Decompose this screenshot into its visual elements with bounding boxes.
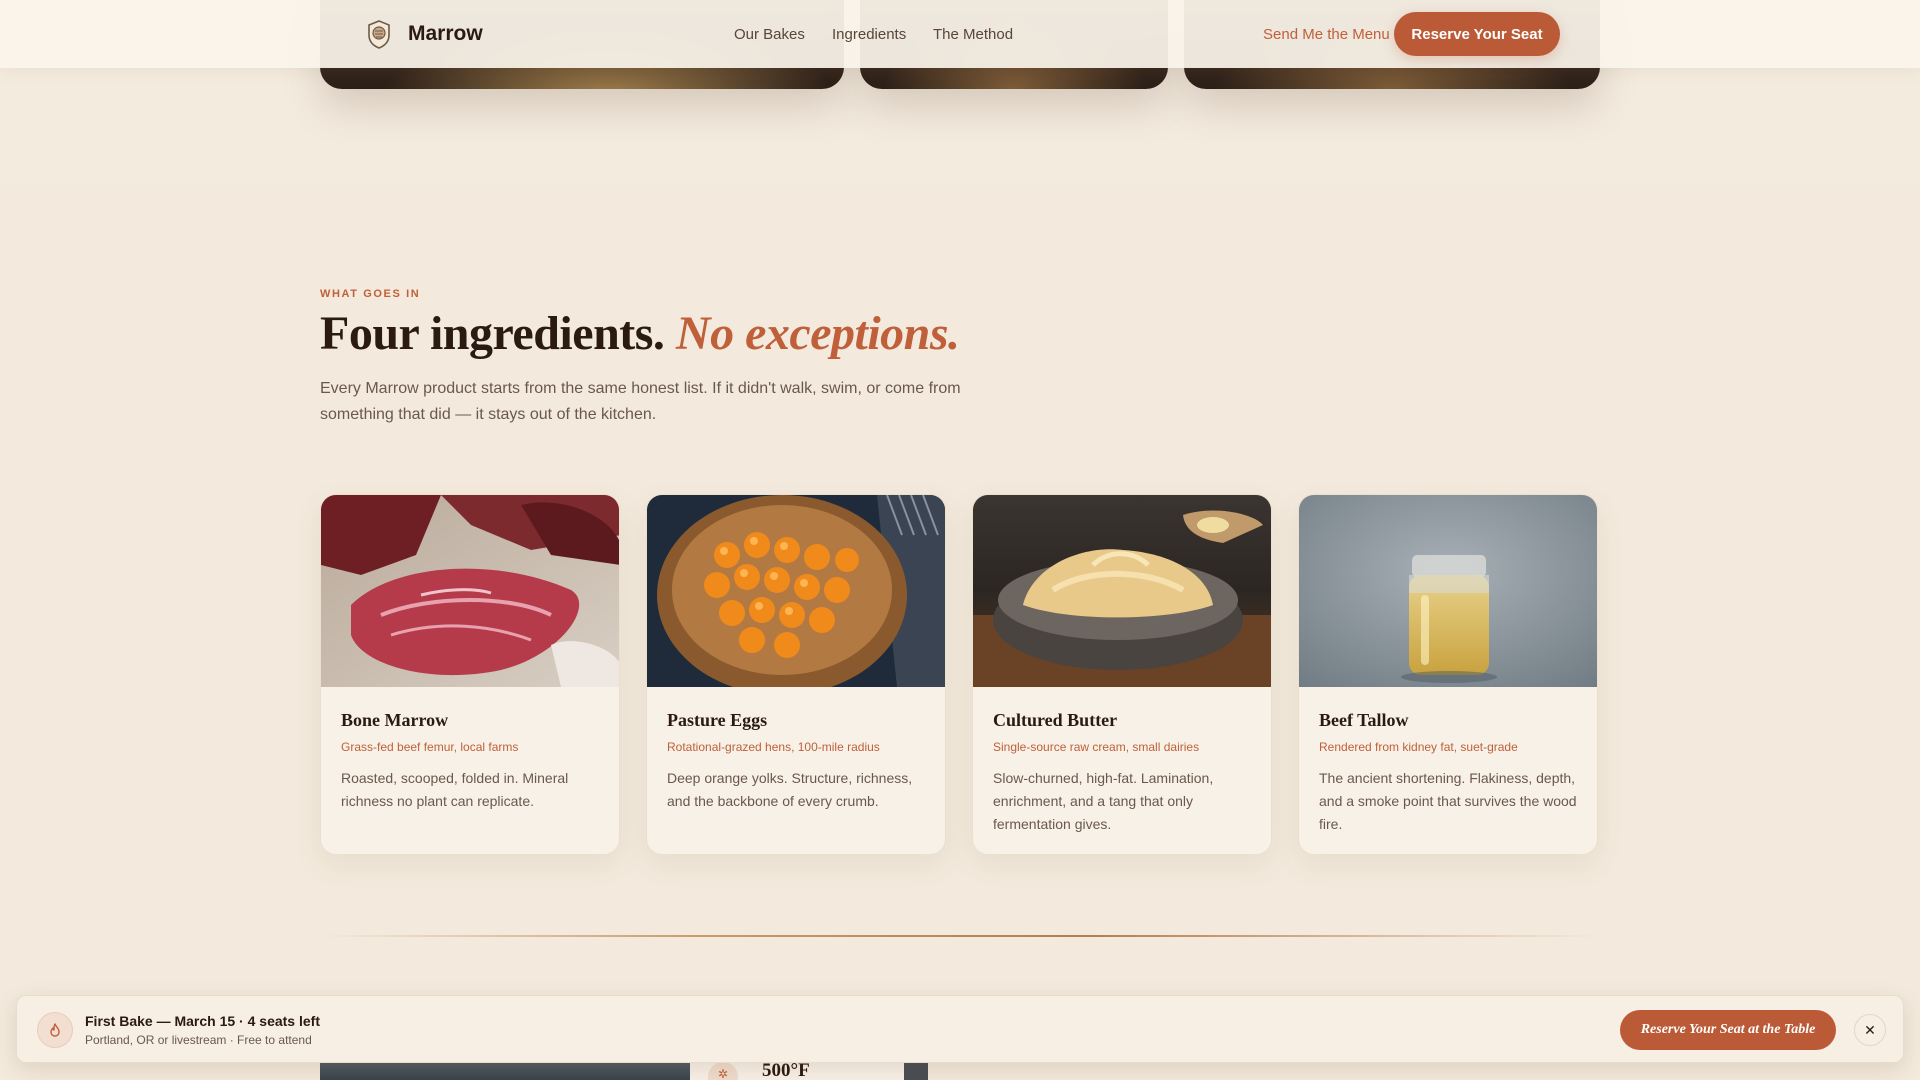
banner-subtitle: Portland, OR or livestream · Free to att… xyxy=(85,1033,312,1047)
section-eyebrow: WHAT GOES IN xyxy=(320,288,421,300)
close-icon[interactable]: ✕ xyxy=(1854,1014,1886,1046)
temperature-value: 500°F xyxy=(762,1060,810,1080)
card-description: Slow-churned, high-fat. Lamination, enri… xyxy=(993,770,1214,832)
section-headline: Four ingredients. No exceptions. xyxy=(320,306,960,361)
event-banner: First Bake — March 15 · 4 seats left Por… xyxy=(16,995,1904,1063)
card-subtitle: Rendered from kidney fat, suet-grade xyxy=(1319,740,1518,754)
ingredient-card-cultured-butter: Cultured Butter Single-source raw cream,… xyxy=(972,494,1272,855)
section-lede: Every Marrow product starts from the sam… xyxy=(320,380,961,423)
nav-our-bakes[interactable]: Our Bakes xyxy=(734,26,805,43)
beef-tallow-photo xyxy=(1299,495,1597,687)
ingredients-section xyxy=(0,185,1920,1080)
card-subtitle: Grass-fed beef femur, local farms xyxy=(341,740,519,754)
pasture-eggs-photo xyxy=(647,495,945,687)
reserve-seat-button[interactable]: Reserve Your Seat xyxy=(1394,12,1560,56)
card-description: Roasted, scooped, folded in. Mineral ric… xyxy=(341,770,569,809)
bone-marrow-photo xyxy=(321,495,619,687)
headline-accent: No exceptions. xyxy=(675,307,960,360)
site-header: Marrow Our Bakes Ingredients The Method … xyxy=(0,0,1920,68)
nav-the-method[interactable]: The Method xyxy=(933,26,1013,43)
headline-main: Four ingredients. xyxy=(320,307,665,360)
card-title: Bone Marrow xyxy=(341,710,449,730)
card-description: The ancient shortening. Flakiness, depth… xyxy=(1319,770,1577,832)
section-divider xyxy=(320,935,1600,937)
ingredient-card-bone-marrow: Bone Marrow Grass-fed beef femur, local … xyxy=(320,494,620,855)
cultured-butter-photo xyxy=(973,495,1271,687)
card-description: Deep orange yolks. Structure, richness, … xyxy=(667,770,913,809)
nav-ingredients[interactable]: Ingredients xyxy=(832,26,906,43)
ingredient-card-pasture-eggs: Pasture Eggs Rotational-grazed hens, 100… xyxy=(646,494,946,855)
method-photo xyxy=(320,1060,690,1080)
method-photo xyxy=(904,1060,928,1080)
reserve-table-button[interactable]: Reserve Your Seat at the Table xyxy=(1620,1010,1836,1050)
brand-name[interactable]: Marrow xyxy=(408,22,483,46)
card-subtitle: Single-source raw cream, small dairies xyxy=(993,740,1200,754)
banner-title: First Bake — March 15 · 4 seats left xyxy=(85,1013,320,1029)
marrow-logo-icon[interactable] xyxy=(365,19,393,49)
card-title: Cultured Butter xyxy=(993,710,1118,730)
send-menu-link[interactable]: Send Me the Menu xyxy=(1263,26,1390,43)
flame-icon xyxy=(37,1012,73,1048)
card-title: Beef Tallow xyxy=(1319,710,1409,730)
card-subtitle: Rotational-grazed hens, 100-mile radius xyxy=(667,740,880,754)
card-title: Pasture Eggs xyxy=(667,710,768,730)
ingredient-card-beef-tallow: Beef Tallow Rendered from kidney fat, su… xyxy=(1298,494,1598,855)
